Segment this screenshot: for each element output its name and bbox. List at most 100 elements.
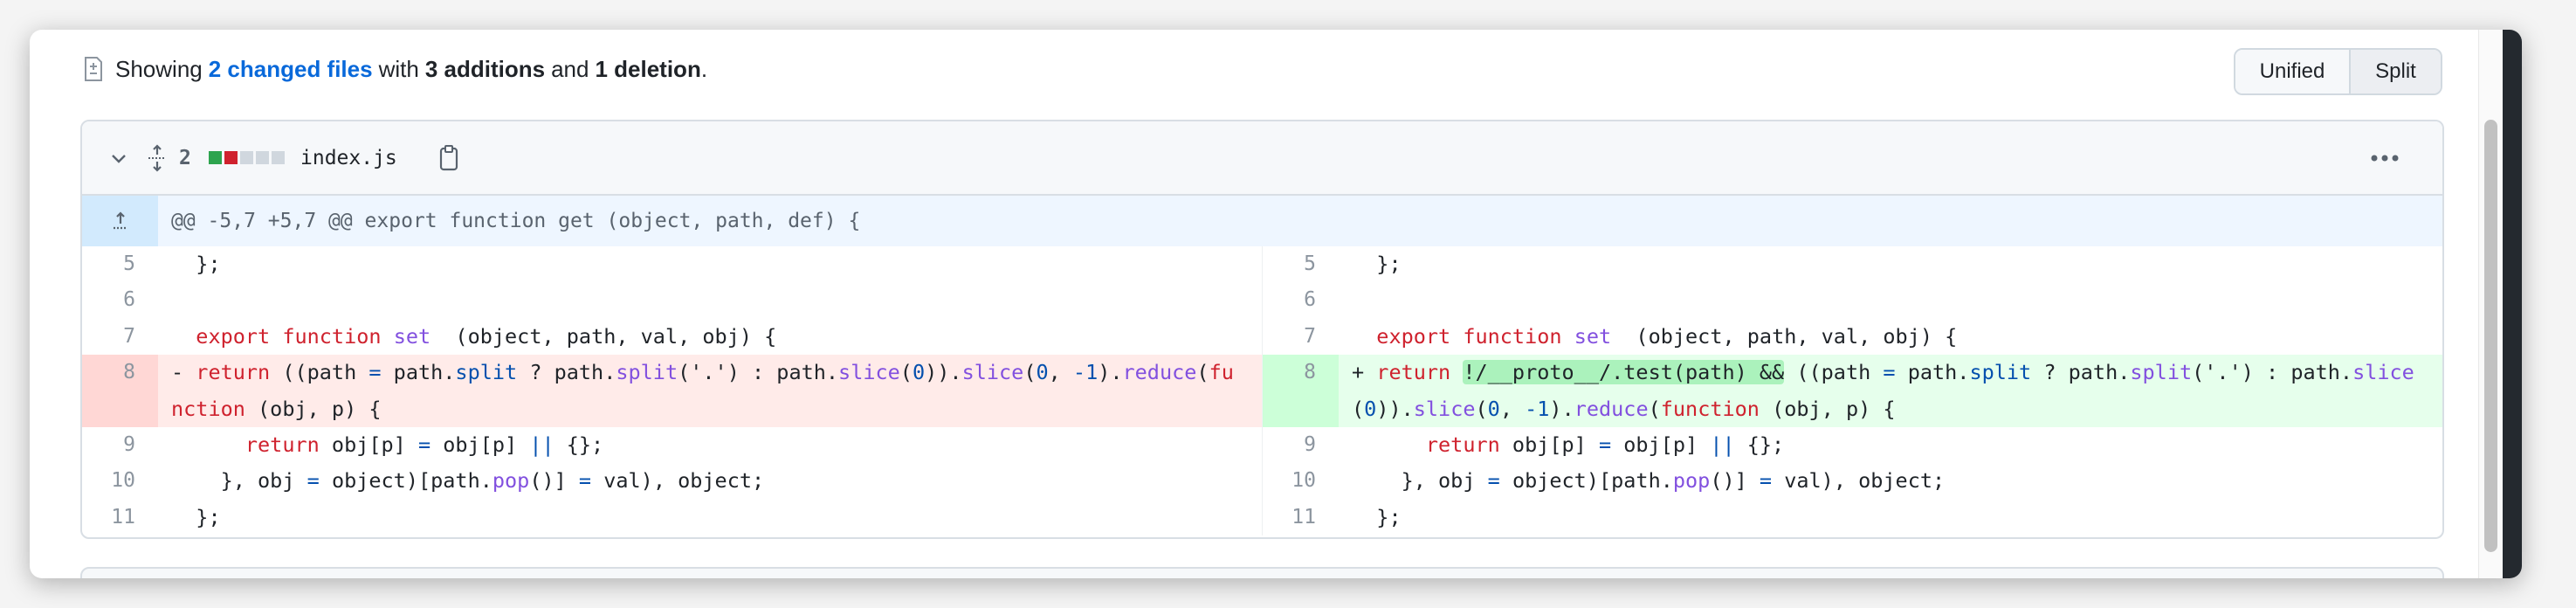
- context-line: 5 };: [1263, 246, 2442, 282]
- code-token: return: [1425, 432, 1500, 458]
- diffstat-block-neutral: [240, 151, 253, 164]
- code-token: split: [1969, 360, 2032, 385]
- context-line: 11 };: [1263, 500, 2442, 535]
- split-button[interactable]: Split: [2351, 50, 2441, 93]
- code-line: }, obj = object)[path.pop()] = val), obj…: [158, 463, 1262, 499]
- scrollbar-thumb[interactable]: [2484, 120, 2497, 552]
- code-token: };: [171, 504, 221, 529]
- code-token: };: [1352, 504, 1402, 529]
- code-token: val), object;: [591, 468, 765, 494]
- file-diff-icon: [85, 57, 102, 81]
- line-number[interactable]: 11: [1263, 500, 1339, 535]
- code-token: ()]: [529, 468, 579, 494]
- code-line: + return !/__proto__/.test(path) && ((pa…: [1339, 355, 2442, 428]
- code-token: (obj, p) {: [1759, 396, 1896, 421]
- line-number[interactable]: 7: [1263, 319, 1339, 355]
- code-token: val), object;: [1772, 468, 1946, 494]
- code-token: split: [2130, 360, 2193, 385]
- code-token: =: [307, 468, 320, 494]
- code-token: reduce: [1122, 360, 1197, 385]
- code-token: ? path.: [517, 360, 616, 385]
- summary-and: and: [551, 55, 589, 82]
- code-line: - return ((path = path.split ? path.spli…: [158, 355, 1262, 428]
- code-token: split: [616, 360, 678, 385]
- code-line: export function set (object, path, val, …: [158, 319, 1262, 355]
- line-number[interactable]: 5: [1263, 246, 1339, 282]
- context-line: 6: [82, 282, 1262, 318]
- code-token: -: [171, 360, 196, 385]
- line-number[interactable]: 10: [1263, 463, 1339, 499]
- line-number[interactable]: 9: [1263, 427, 1339, 463]
- code-token: pop: [1672, 468, 1711, 494]
- code-line: }, obj = object)[path.pop()] = val), obj…: [1339, 463, 2442, 499]
- code-token: (: [1023, 360, 1037, 385]
- line-number[interactable]: 8: [1263, 355, 1339, 428]
- right-pane: 5 }; 6 7 export function set (object, pat…: [1262, 246, 2442, 536]
- line-number[interactable]: 6: [82, 282, 158, 318]
- code-token: (object, path, val, obj) {: [1611, 323, 1958, 349]
- code-token: ).: [1549, 396, 1574, 421]
- code-line: };: [158, 246, 1262, 282]
- code-line: [1339, 282, 2442, 318]
- expand-up-button[interactable]: [82, 196, 158, 246]
- code-token: =: [417, 432, 431, 458]
- line-number[interactable]: 5: [82, 246, 158, 282]
- code-token: ||: [1710, 432, 1735, 458]
- code-token: (obj, p) {: [245, 396, 382, 421]
- split-diff: 5 }; 6 7 export function set (object, pat…: [82, 246, 2442, 536]
- inline-added-highlight: !/__proto__/.test(path) &&: [1463, 360, 1785, 385]
- unfold-icon[interactable]: [147, 143, 168, 172]
- code-token: =: [1487, 468, 1500, 494]
- line-number[interactable]: 9: [82, 427, 158, 463]
- chevron-down-icon[interactable]: [108, 148, 129, 169]
- line-number[interactable]: 11: [82, 500, 158, 535]
- code-token: {};: [554, 432, 604, 458]
- code-token: (object, path, val, obj) {: [430, 323, 777, 349]
- line-number[interactable]: 8: [82, 355, 158, 428]
- code-token: return: [1376, 360, 1451, 385]
- code-token: path.: [381, 360, 456, 385]
- code-token: object)[path.: [319, 468, 492, 494]
- line-number[interactable]: 6: [1263, 282, 1339, 318]
- code-token: obj[p]: [1611, 432, 1711, 458]
- line-number[interactable]: 7: [82, 319, 158, 355]
- added-line: 8 + return !/__proto__/.test(path) && ((p…: [1263, 355, 2442, 428]
- copy-icon[interactable]: [438, 144, 459, 171]
- additions-count: 3 additions: [424, 55, 546, 82]
- code-token: }, obj: [171, 468, 307, 494]
- code-token: path.: [2290, 360, 2353, 385]
- code-token: ? path.: [2031, 360, 2131, 385]
- code-token: };: [1352, 252, 1402, 276]
- code-line: [158, 282, 1262, 318]
- context-line: 11 };: [82, 500, 1262, 535]
- code-token: (: [1196, 360, 1209, 385]
- code-token: )).: [925, 360, 962, 385]
- changed-files-link[interactable]: 2 changed files: [209, 56, 373, 83]
- line-number[interactable]: 10: [82, 463, 158, 499]
- context-line: 10 }, obj = object)[path.pop()] = val), …: [82, 463, 1262, 499]
- context-line: 5 };: [82, 246, 1262, 282]
- code-token: (: [1475, 396, 1488, 421]
- code-token: {};: [1734, 432, 1785, 458]
- deleted-line: 8- return ((path = path.split ? path.spl…: [82, 355, 1262, 428]
- code-token: ||: [529, 432, 554, 458]
- kebab-icon[interactable]: [2370, 154, 2400, 162]
- code-token: export function: [196, 323, 382, 349]
- code-token: export function: [1376, 323, 1562, 349]
- code-token: obj[p]: [430, 432, 530, 458]
- code-token: obj[p]: [1499, 432, 1599, 458]
- file-name[interactable]: index.js: [300, 147, 397, 169]
- context-line: 7 export function set (object, path, val…: [82, 319, 1262, 355]
- left-pane: 5 }; 6 7 export function set (object, pat…: [82, 246, 1262, 535]
- unified-button[interactable]: Unified: [2235, 50, 2351, 93]
- diffstat-block-neutral: [272, 151, 285, 164]
- code-token: slice: [961, 360, 1024, 385]
- deletions-count: 1 deletion: [595, 55, 701, 82]
